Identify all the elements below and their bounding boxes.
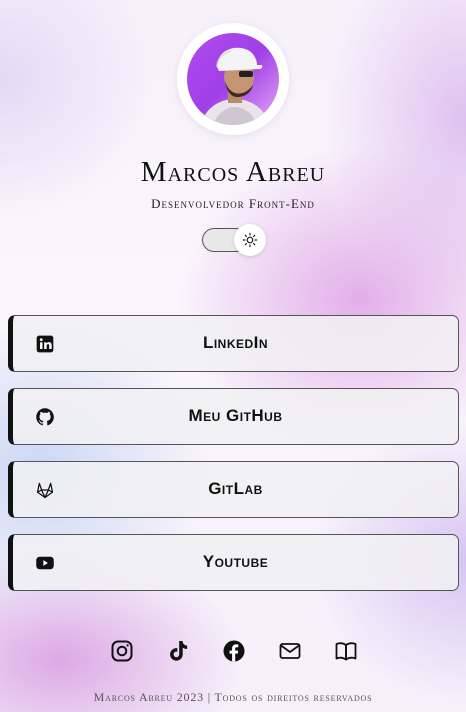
gitlab-button-label: GitLab — [208, 479, 263, 498]
facebook-icon[interactable] — [222, 639, 246, 663]
github-button-label: Meu GitHub — [188, 406, 283, 425]
links-list: LinkedIn Meu GitHub GitLab Youtube — [8, 315, 459, 607]
youtube-button[interactable]: Youtube — [8, 534, 459, 591]
profile-role: Desenvolvedor Front-End — [151, 196, 315, 211]
linkedin-button-label: LinkedIn — [202, 333, 269, 352]
theme-toggle-knob[interactable] — [234, 224, 266, 256]
book-icon[interactable] — [334, 639, 358, 663]
youtube-button-label: Youtube — [202, 552, 269, 571]
avatar — [187, 33, 279, 125]
instagram-icon[interactable] — [110, 639, 134, 663]
github-button[interactable]: Meu GitHub — [8, 388, 459, 445]
linkedin-button[interactable]: LinkedIn — [8, 315, 459, 372]
avatar-frame — [177, 23, 289, 135]
sun-icon — [242, 232, 258, 248]
email-icon[interactable] — [278, 639, 302, 663]
gitlab-button[interactable]: GitLab — [8, 461, 459, 518]
tiktok-icon[interactable] — [166, 639, 190, 663]
avatar-photo — [201, 47, 269, 125]
social-links — [0, 639, 466, 665]
footer-copyright: Marcos Abreu 2023 | Todos os direitos re… — [93, 690, 373, 704]
profile-name: Marcos Abreu — [140, 156, 326, 188]
